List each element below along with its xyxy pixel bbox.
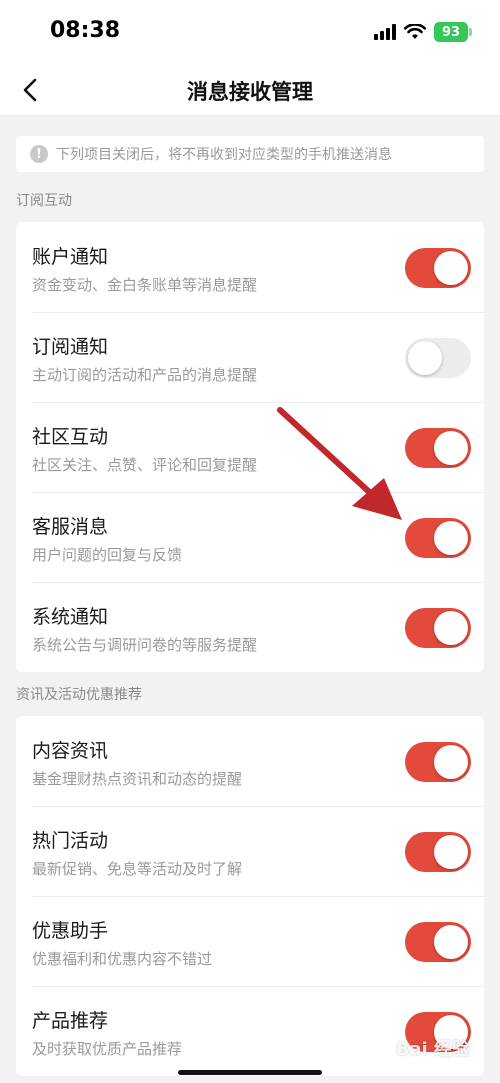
setting-subtitle: 基金理财热点资讯和动态的提醒 [32, 770, 243, 788]
setting-subtitle: 最新促销、免息等活动及时了解 [32, 860, 243, 878]
setting-subtitle: 优惠福利和优惠内容不错过 [32, 950, 213, 968]
status-bar: 08:38 93 [0, 0, 500, 64]
setting-title: 内容资讯 [32, 740, 109, 762]
toggle-knob [434, 431, 468, 465]
toggle-switch[interactable] [405, 922, 471, 962]
toggle-knob [434, 611, 468, 645]
setting-row-account-notice: 账户通知 资金变动、金白条账单等消息提醒 [16, 222, 484, 312]
notice-text: 下列项目关闭后，将不再收到对应类型的手机推送消息 [56, 147, 392, 163]
toggle-knob [408, 341, 442, 375]
setting-title: 账户通知 [32, 246, 109, 268]
status-time: 08:38 [50, 18, 121, 43]
toggle-knob [434, 251, 468, 285]
setting-subtitle: 主动订阅的活动和产品的消息提醒 [32, 366, 258, 384]
navigation-bar: 消息接收管理 [0, 64, 500, 116]
section-title-subscription: 订阅互动 [16, 193, 72, 209]
home-indicator [178, 1070, 322, 1075]
toggle-switch[interactable] [405, 608, 471, 648]
toggle-switch[interactable] [405, 248, 471, 288]
settings-card-subscription: 账户通知 资金变动、金白条账单等消息提醒 订阅通知 主动订阅的活动和产品的消息提… [16, 222, 484, 672]
setting-row-subscribe-notice: 订阅通知 主动订阅的活动和产品的消息提醒 [16, 312, 484, 402]
setting-subtitle: 用户问题的回复与反馈 [32, 546, 183, 564]
setting-subtitle: 系统公告与调研问卷的等服务提醒 [32, 636, 258, 654]
info-icon: ! [30, 145, 48, 163]
setting-title: 热门活动 [32, 830, 109, 852]
wifi-icon [404, 24, 426, 40]
toggle-switch[interactable] [405, 742, 471, 782]
toggle-switch[interactable] [405, 832, 471, 872]
toggle-switch[interactable] [405, 428, 471, 468]
setting-title: 产品推荐 [32, 1010, 109, 1032]
setting-title: 社区互动 [32, 426, 109, 448]
setting-row-customer-service: 客服消息 用户问题的回复与反馈 [16, 492, 484, 582]
setting-row-content-news: 内容资讯 基金理财热点资讯和动态的提醒 [16, 716, 484, 806]
setting-title: 订阅通知 [32, 336, 109, 358]
watermark-logo: Bai 经验 [369, 1035, 470, 1061]
setting-title: 优惠助手 [32, 920, 109, 942]
toggle-switch[interactable] [405, 338, 471, 378]
setting-title: 系统通知 [32, 606, 109, 628]
setting-title: 客服消息 [32, 516, 109, 538]
page-title: 消息接收管理 [187, 80, 313, 104]
setting-row-discount-assistant: 优惠助手 优惠福利和优惠内容不错过 [16, 896, 484, 986]
setting-row-hot-events: 热门活动 最新促销、免息等活动及时了解 [16, 806, 484, 896]
section-title-recommendations: 资讯及活动优惠推荐 [16, 687, 142, 703]
setting-subtitle: 社区关注、点赞、评论和回复提醒 [32, 456, 258, 474]
toggle-knob [434, 745, 468, 779]
toggle-knob [434, 925, 468, 959]
paw-icon [369, 1037, 392, 1059]
setting-row-community: 社区互动 社区关注、点赞、评论和回复提醒 [16, 402, 484, 492]
setting-subtitle: 资金变动、金白条账单等消息提醒 [32, 276, 258, 294]
setting-row-system-notice: 系统通知 系统公告与调研问卷的等服务提醒 [16, 582, 484, 672]
cellular-signal-icon [374, 24, 396, 40]
setting-subtitle: 及时获取优质产品推荐 [32, 1040, 183, 1058]
status-icons: 93 [374, 22, 472, 42]
notice-banner: ! 下列项目关闭后，将不再收到对应类型的手机推送消息 [16, 136, 484, 172]
setting-row-product-recommend: 产品推荐 及时获取优质产品推荐 [16, 986, 484, 1076]
battery-icon: 93 [434, 22, 472, 42]
toggle-switch[interactable] [405, 518, 471, 558]
toggle-knob [434, 521, 468, 555]
toggle-knob [434, 835, 468, 869]
settings-card-recommendations: 内容资讯 基金理财热点资讯和动态的提醒 热门活动 最新促销、免息等活动及时了解 … [16, 716, 484, 1076]
watermark-text: Bai 经验 [395, 1039, 470, 1060]
